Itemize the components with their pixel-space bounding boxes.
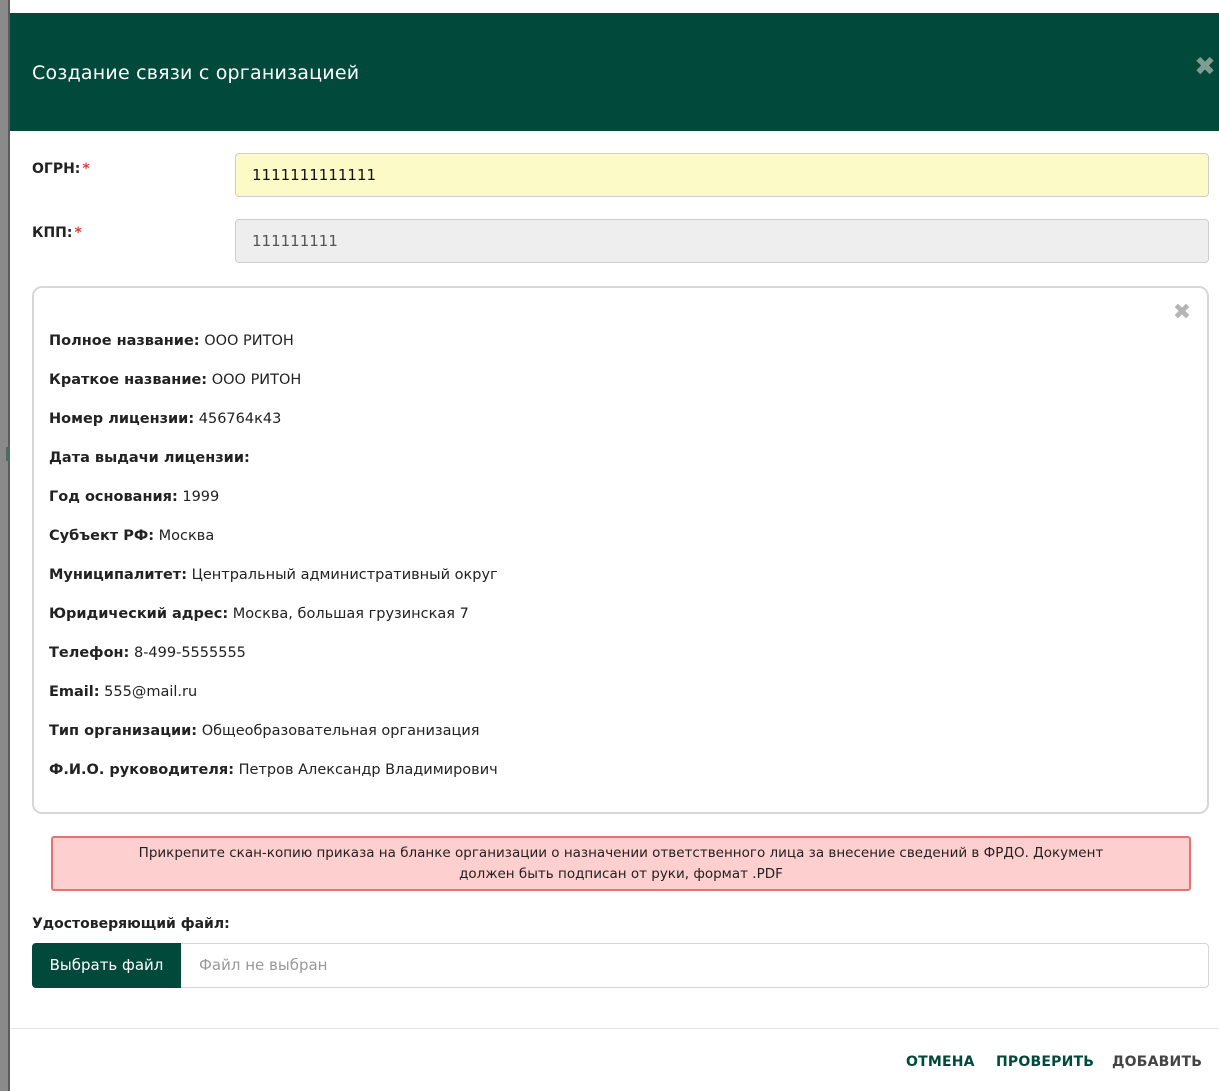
info-row-director: Ф.И.О. руководителя: Петров Александр Вл… xyxy=(49,762,498,778)
required-mark: * xyxy=(82,161,90,177)
info-row-email: Email: 555@mail.ru xyxy=(49,684,198,700)
info-row-founded-year: Год основания: 1999 xyxy=(49,489,220,505)
alert-line-1: Прикрепите скан-копию приказа на бланке … xyxy=(138,845,1104,861)
alert-line-2: должен быть подписан от руки, формат .PD… xyxy=(459,866,783,882)
info-row-full-name: Полное название: ООО РИТОН xyxy=(49,333,294,349)
cancel-button[interactable]: ОТМЕНА xyxy=(906,1054,975,1070)
info-row-municipality: Муниципалитет: Центральный административ… xyxy=(49,567,498,583)
file-name-placeholder: Файл не выбран xyxy=(199,956,328,974)
close-icon[interactable]: ✖ xyxy=(1191,53,1219,81)
attachment-warning-alert: Прикрепите скан-копию приказа на бланке … xyxy=(51,836,1191,891)
footer-divider xyxy=(10,1028,1219,1029)
file-input[interactable]: Выбрать файл Файл не выбран xyxy=(32,943,1209,988)
info-row-short-name: Краткое название: ООО РИТОН xyxy=(49,372,302,388)
organization-info-panel: ✖ Полное название: ООО РИТОН Краткое наз… xyxy=(32,286,1209,814)
ogrn-label: ОГРН: * xyxy=(32,161,90,177)
ogrn-input[interactable]: 1111111111111 xyxy=(235,153,1209,197)
info-row-license-number: Номер лицензии: 456764к43 xyxy=(49,411,282,427)
info-row-phone: Телефон: 8-499-5555555 xyxy=(49,645,246,661)
dialog-header: Создание связи с организацией ✖ xyxy=(10,13,1219,131)
kpp-label: КПП: * xyxy=(32,225,82,241)
info-row-license-date: Дата выдачи лицензии: xyxy=(49,450,250,466)
check-button[interactable]: ПРОВЕРИТЬ xyxy=(996,1054,1094,1070)
close-icon[interactable]: ✖ xyxy=(1171,302,1193,324)
link-organization-dialog: Создание связи с организацией ✖ ОГРН: * 1… xyxy=(10,13,1219,1091)
info-row-org-type: Тип организации: Общеобразовательная орг… xyxy=(49,723,480,739)
kpp-input[interactable]: 111111111 xyxy=(235,219,1209,263)
add-button[interactable]: ДОБАВИТЬ xyxy=(1112,1054,1202,1070)
required-mark: * xyxy=(74,225,82,241)
info-row-legal-address: Юридический адрес: Москва, большая грузи… xyxy=(49,606,469,622)
file-label: Удостоверяющий файл: xyxy=(32,916,230,932)
choose-file-button[interactable]: Выбрать файл xyxy=(32,943,181,988)
info-row-region: Субъект РФ: Москва xyxy=(49,528,215,544)
dialog-title: Создание связи с организацией xyxy=(32,62,360,84)
